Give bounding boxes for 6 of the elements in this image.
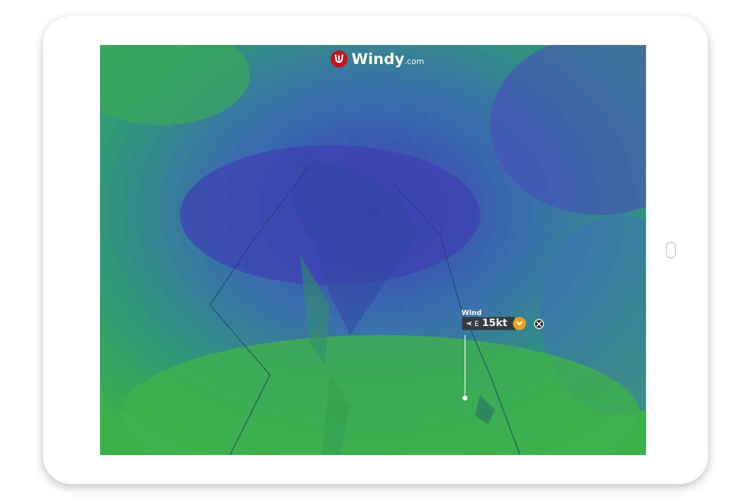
logo-icon [330,50,348,68]
wind-arrow-icon [466,321,472,326]
close-icon [536,320,542,326]
brand-name: Windy.com [352,50,424,68]
picker-pin-icon [462,335,468,401]
chevron-icon [515,319,524,328]
